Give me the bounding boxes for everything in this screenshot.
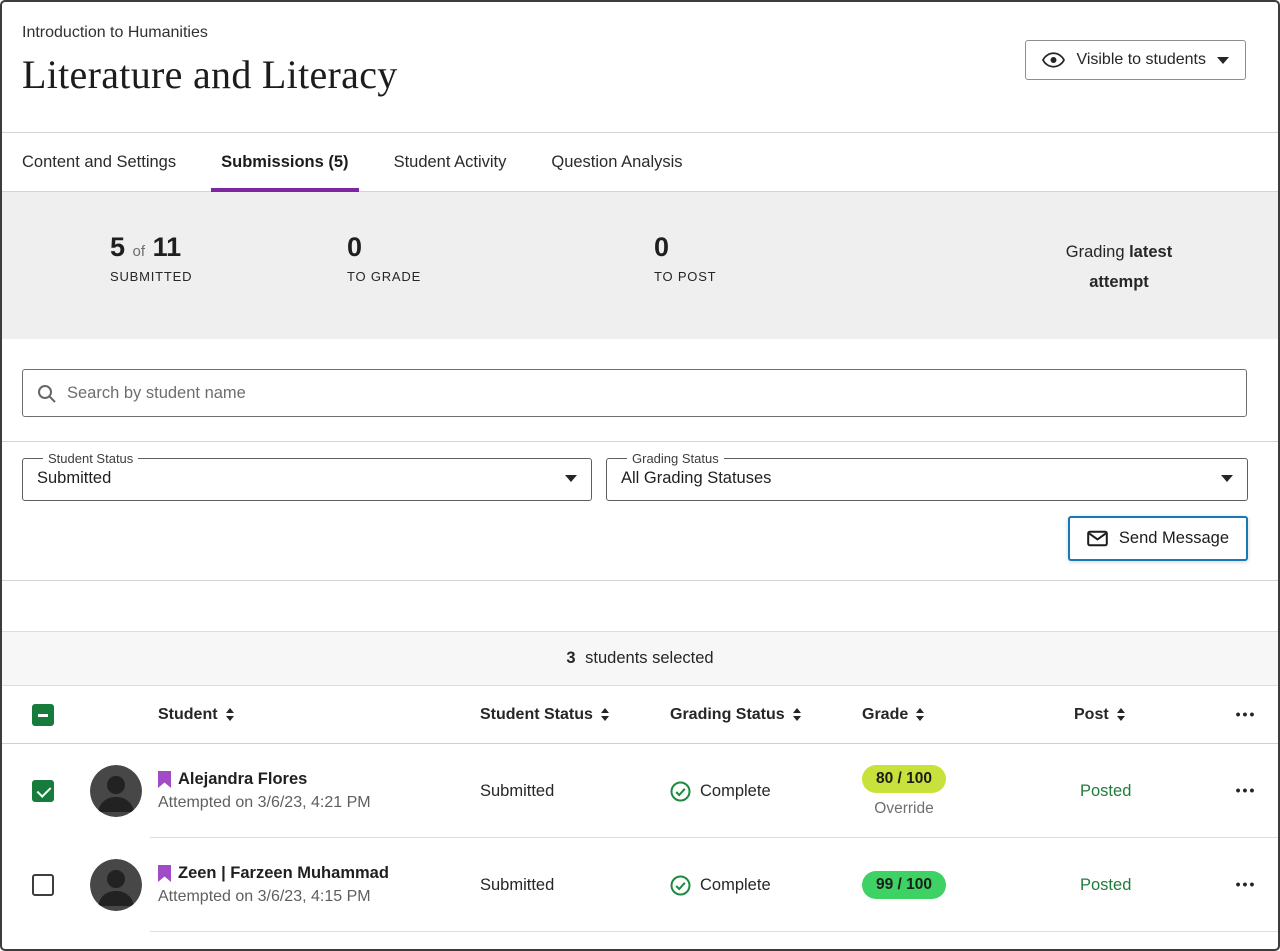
chevron-down-icon [1221, 475, 1233, 482]
send-message-button[interactable]: Send Message [1068, 516, 1248, 561]
to-grade-count: 0 [347, 232, 654, 263]
send-message-label: Send Message [1119, 529, 1229, 548]
grade-pill[interactable]: 80 / 100 [862, 765, 946, 793]
search-field[interactable] [22, 369, 1247, 417]
row-checkbox[interactable] [32, 874, 54, 896]
bookmark-icon [158, 865, 171, 882]
sort-arrows-icon [1117, 708, 1125, 721]
chevron-down-icon [1217, 57, 1229, 64]
student-status-select[interactable]: Student Status Submitted [22, 451, 592, 501]
grading-status: Complete [700, 876, 771, 895]
student-status: Submitted [480, 782, 670, 801]
of-label: of [133, 243, 146, 260]
sort-arrows-icon [226, 708, 234, 721]
filters-row: Student Status Submitted Grading Status … [2, 451, 1278, 501]
post-status[interactable]: Posted [1074, 876, 1214, 895]
sort-arrows-icon [916, 708, 924, 721]
send-message-row: Send Message [2, 501, 1278, 561]
grading-status-label: Grading Status [627, 451, 724, 466]
student-cell: Zeen | Farzeen Muhammad Attempted on 3/6… [150, 864, 480, 906]
table-menu-button[interactable]: ••• [1236, 706, 1257, 722]
to-grade-label: TO GRADE [347, 269, 654, 284]
selected-count: 3 [566, 649, 575, 667]
attempt-info: Attempted on 3/6/23, 4:21 PM [158, 794, 480, 812]
attempt-info: Attempted on 3/6/23, 4:15 PM [158, 888, 480, 906]
column-header-grading-status[interactable]: Grading Status [670, 706, 862, 724]
to-post-count: 0 [654, 232, 1044, 263]
eye-icon [1042, 52, 1065, 68]
visibility-dropdown[interactable]: Visible to students [1025, 40, 1246, 80]
assessment-submissions-page: Introduction to Humanities Literature an… [0, 0, 1280, 951]
select-all-checkbox[interactable] [32, 704, 54, 726]
column-header-grade[interactable]: Grade [862, 706, 1074, 724]
page-title: Literature and Literacy [22, 51, 398, 98]
search-input[interactable] [67, 384, 1232, 403]
tab-bar: Content and Settings Submissions (5) Stu… [2, 133, 1278, 192]
table-header-row: Student Student Status Grading Status Gr… [2, 686, 1278, 744]
filters-section: Student Status Submitted Grading Status … [2, 442, 1278, 581]
check-circle-icon [670, 781, 691, 802]
sort-arrows-icon [793, 708, 801, 721]
grade-cell: 99 / 100 [862, 871, 946, 899]
stats-bar: 5 of 11 SUBMITTED 0 TO GRADE 0 TO POST G… [2, 192, 1278, 339]
row-menu-button[interactable]: ••• [1236, 782, 1257, 798]
search-icon [37, 384, 56, 403]
student-name[interactable]: Alejandra Flores [178, 770, 307, 789]
grading-status-value: All Grading Statuses [621, 469, 771, 488]
selected-count-label: students selected [585, 649, 713, 667]
grade-cell: 80 / 100 Override [862, 765, 946, 818]
grading-status-cell: Complete [670, 875, 862, 896]
to-post-label: TO POST [654, 269, 1044, 284]
tab-question-analysis[interactable]: Question Analysis [535, 133, 698, 191]
post-status[interactable]: Posted [1074, 782, 1214, 801]
tab-submissions[interactable]: Submissions (5) [205, 133, 364, 191]
column-label: Grade [862, 706, 908, 724]
column-header-post[interactable]: Post [1074, 706, 1214, 724]
column-header-student[interactable]: Student [150, 706, 480, 724]
envelope-icon [1087, 530, 1108, 547]
stat-to-grade: 0 TO GRADE [347, 232, 654, 284]
submitted-count: 5 [110, 232, 125, 262]
grading-attempt-setting: Grading latest attempt [1044, 238, 1194, 297]
stat-submitted: 5 of 11 SUBMITTED [110, 232, 347, 284]
bookmark-icon [158, 771, 171, 788]
check-circle-icon [670, 875, 691, 896]
student-cell: Alejandra Flores Attempted on 3/6/23, 4:… [150, 770, 480, 812]
tab-student-activity[interactable]: Student Activity [378, 133, 523, 191]
sort-arrows-icon [601, 708, 609, 721]
avatar [90, 765, 142, 817]
submitted-total: 11 [153, 232, 182, 262]
student-status: Submitted [480, 876, 670, 895]
column-label: Grading Status [670, 706, 785, 724]
stat-to-post: 0 TO POST [654, 232, 1044, 284]
column-label: Student [158, 706, 218, 724]
column-header-student-status[interactable]: Student Status [480, 706, 670, 724]
column-label: Student Status [480, 706, 593, 724]
header-titles: Introduction to Humanities Literature an… [22, 24, 398, 98]
course-name: Introduction to Humanities [22, 24, 398, 42]
selected-count-bar: 3 students selected [2, 631, 1278, 686]
grading-prefix: Grading [1066, 243, 1125, 261]
row-checkbox[interactable] [32, 780, 54, 802]
submissions-table: 3 students selected Student Student Stat… [2, 631, 1278, 932]
table-row: Alejandra Flores Attempted on 3/6/23, 4:… [2, 744, 1278, 838]
visibility-label: Visible to students [1076, 51, 1206, 69]
grading-status-select[interactable]: Grading Status All Grading Statuses [606, 451, 1248, 501]
submitted-label: SUBMITTED [110, 269, 347, 284]
chevron-down-icon [565, 475, 577, 482]
grade-pill[interactable]: 99 / 100 [862, 871, 946, 899]
grading-status-cell: Complete [670, 781, 862, 802]
tab-content-and-settings[interactable]: Content and Settings [6, 133, 192, 191]
search-section [2, 339, 1278, 442]
student-status-label: Student Status [43, 451, 138, 466]
avatar [90, 859, 142, 911]
row-menu-button[interactable]: ••• [1236, 876, 1257, 892]
student-name[interactable]: Zeen | Farzeen Muhammad [178, 864, 389, 883]
column-label: Post [1074, 706, 1109, 724]
grading-status: Complete [700, 782, 771, 801]
page-header: Introduction to Humanities Literature an… [2, 2, 1278, 133]
override-label: Override [874, 800, 933, 818]
student-status-value: Submitted [37, 469, 111, 488]
table-row: Zeen | Farzeen Muhammad Attempted on 3/6… [2, 838, 1278, 932]
